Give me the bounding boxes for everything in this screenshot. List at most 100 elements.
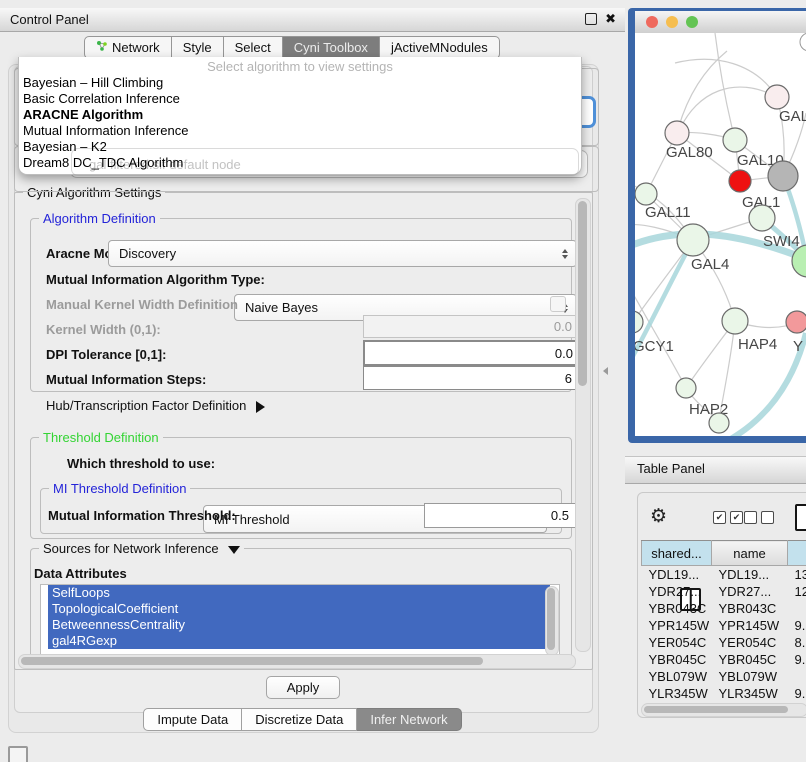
network-edge[interactable] <box>675 59 777 97</box>
network-node-label: GCY1 <box>635 338 674 355</box>
screen: Control Panel ✖ Network Style Select Cyn… <box>0 0 806 762</box>
dpi-tolerance-label: DPI Tolerance [0,1]: <box>46 347 166 362</box>
algorithm-option[interactable]: Bayesian – Hill Climbing <box>19 75 581 91</box>
table-horizontal-scrollbar[interactable] <box>641 703 806 717</box>
table-row[interactable]: YBR045CYBR045C9. <box>642 651 806 668</box>
splitter-handle-icon[interactable] <box>603 367 608 375</box>
manual-kernel-width-checkbox[interactable] <box>550 296 566 312</box>
mi-steps-field[interactable]: 6 <box>363 366 579 390</box>
network-node[interactable] <box>722 308 748 334</box>
algorithm-option[interactable]: Basic Correlation Inference <box>19 91 581 107</box>
table-header-row[interactable]: shared... name A <box>642 541 806 566</box>
network-node-label: GAL4 <box>691 256 729 273</box>
hub-definition-expander[interactable]: Hub/Transcription Factor Definition <box>46 398 265 413</box>
network-node[interactable] <box>729 170 751 192</box>
node-table[interactable]: shared... name A YDL19...YDL19...13YDR27… <box>641 540 806 703</box>
tab-network[interactable]: Network <box>84 36 172 59</box>
close-traffic-light-icon[interactable] <box>646 16 658 28</box>
algorithm-option[interactable]: Dream8 DC_TDC Algorithm <box>19 155 581 171</box>
mi-steps-label: Mutual Information Steps: <box>46 372 206 387</box>
tab-infer-network[interactable]: Infer Network <box>357 708 461 731</box>
manual-kernel-width-label: Manual Kernel Width Definition <box>46 297 238 312</box>
network-node[interactable] <box>709 413 729 433</box>
minimize-traffic-light-icon[interactable] <box>666 16 678 28</box>
network-node[interactable] <box>723 128 747 152</box>
network-node[interactable] <box>768 161 798 191</box>
settings-vertical-scrollbar[interactable] <box>575 198 591 652</box>
table-panel-titlebar: Table Panel <box>625 456 806 484</box>
network-node[interactable] <box>635 183 657 205</box>
mi-threshold-group-title: MI Threshold Definition <box>49 481 190 496</box>
attributes-scrollbar[interactable] <box>545 586 559 656</box>
settings-horizontal-scrollbar[interactable] <box>18 654 576 669</box>
algorithm-option[interactable]: Mutual Information Inference <box>19 123 581 139</box>
table-row[interactable]: YBR043CYBR043C <box>642 600 806 617</box>
threshold-definition-title: Threshold Definition <box>39 430 163 445</box>
table-row[interactable]: YDR27...YDR27...12 <box>642 583 806 600</box>
network-node[interactable] <box>786 311 806 333</box>
tab-cyni-toolbox[interactable]: Cyni Toolbox <box>283 36 380 59</box>
gear-icon[interactable]: ⚙ <box>650 505 667 528</box>
tab-impute-data[interactable]: Impute Data <box>143 708 242 731</box>
algorithm-definition-title: Algorithm Definition <box>39 211 160 226</box>
zoom-traffic-light-icon[interactable] <box>686 16 698 28</box>
control-panel-tabs: Network Style Select Cyni Toolbox jActiv… <box>84 36 500 59</box>
network-node[interactable] <box>676 378 696 398</box>
network-node[interactable] <box>749 205 775 231</box>
table-row[interactable]: YER054CYER054C8. <box>642 634 806 651</box>
table-row[interactable]: YPR145WYPR145W9. <box>642 617 806 634</box>
column-header-name: name <box>712 541 788 566</box>
network-node-label: GAL11 <box>645 204 691 221</box>
mi-threshold-label: Mutual Information Threshold: <box>48 508 236 523</box>
mi-threshold-field[interactable]: 0.5 <box>424 503 576 528</box>
checked-columns-icon[interactable]: ✔✔ <box>713 511 743 524</box>
close-window-icon[interactable]: ✖ <box>605 13 616 25</box>
data-attributes-list[interactable]: SelfLoopsTopologicalCoefficientBetweenne… <box>40 584 560 658</box>
table-row[interactable]: YDL19...YDL19...13 <box>642 566 806 584</box>
network-canvas[interactable]: GALGAL80GAL10GAL1SWI4GAL11GAL4GCY1HAP4YH… <box>635 33 806 436</box>
network-node-label: HAP4 <box>738 336 777 353</box>
expander-right-icon <box>256 401 265 413</box>
tab-discretize-data[interactable]: Discretize Data <box>242 708 357 731</box>
float-window-icon[interactable] <box>585 13 597 25</box>
tab-style[interactable]: Style <box>172 36 224 59</box>
algorithm-option[interactable]: Bayesian – K2 <box>19 139 581 155</box>
combo-stepper-icon <box>562 249 569 259</box>
column-header-partial: A <box>788 541 806 566</box>
mi-algorithm-type-label: Mutual Information Algorithm Type: <box>46 272 265 287</box>
algorithm-dropdown-list: Select algorithm to view settings Bayesi… <box>18 57 582 175</box>
data-attribute-item[interactable]: TopologicalCoefficient <box>48 601 550 617</box>
data-attribute-item[interactable]: gal4RGexp <box>48 633 550 649</box>
network-window-titlebar <box>635 11 806 34</box>
canvas-widget-icon[interactable] <box>800 33 806 51</box>
data-attributes-label: Data Attributes <box>34 566 127 581</box>
column-header-shared: shared... <box>642 541 712 566</box>
network-node[interactable] <box>765 85 789 109</box>
algorithm-option[interactable]: ARACNE Algorithm <box>19 107 581 123</box>
tab-jactivemnodules[interactable]: jActiveMNodules <box>380 36 500 59</box>
network-window-frame: GALGAL80GAL10GAL1SWI4GAL11GAL4GCY1HAP4YH… <box>628 8 806 443</box>
network-node-label: Y <box>793 338 803 355</box>
which-threshold-label: Which threshold to use: <box>67 456 215 471</box>
sources-title[interactable]: Sources for Network Inference <box>39 541 244 556</box>
kernel-width-field[interactable]: 0.0 <box>363 315 579 338</box>
apply-button[interactable]: Apply <box>266 676 340 699</box>
network-node-label: SWI4 <box>763 233 800 250</box>
network-edge-thick[interactable] <box>653 333 806 436</box>
control-panel-title: Control Panel <box>10 12 89 27</box>
table-row[interactable]: YLR345WYLR345W9. <box>642 685 806 702</box>
data-attribute-item[interactable]: BetweennessCentrality <box>48 617 550 633</box>
unchecked-columns-icon[interactable] <box>744 511 774 524</box>
network-node[interactable] <box>635 311 643 333</box>
network-edge[interactable] <box>715 33 735 140</box>
network-node[interactable] <box>665 121 689 145</box>
cyni-bottom-tabs: Impute Data Discretize Data Infer Networ… <box>8 708 597 731</box>
table-row[interactable]: YBL079WYBL079W <box>642 668 806 685</box>
data-attribute-item[interactable]: SelfLoops <box>48 585 550 601</box>
tab-select[interactable]: Select <box>224 36 283 59</box>
dpi-tolerance-field[interactable]: 0.0 <box>363 340 581 366</box>
table-file-icon[interactable] <box>795 504 806 531</box>
aracne-mode-combo[interactable]: Discovery <box>108 240 577 267</box>
collapsed-panel-button[interactable] <box>8 746 28 762</box>
network-node[interactable] <box>677 224 709 256</box>
